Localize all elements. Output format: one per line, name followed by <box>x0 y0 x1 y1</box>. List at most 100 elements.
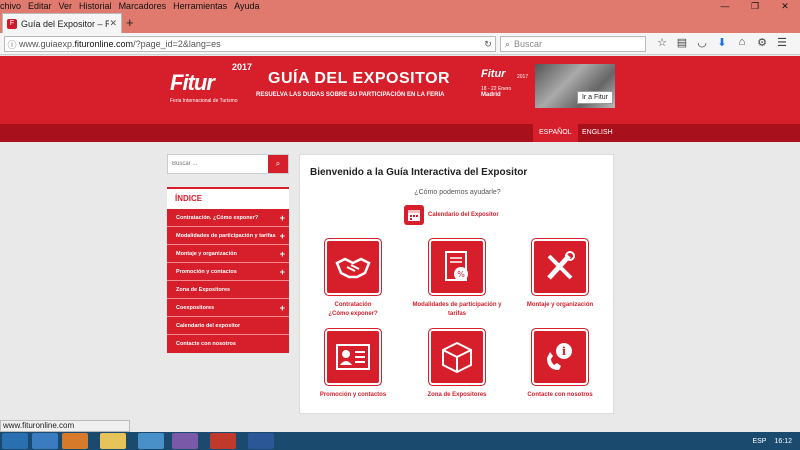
phone-info-icon: i <box>534 331 586 383</box>
sidebar-search: ⌕ <box>167 154 289 174</box>
sidebar-item-zona[interactable]: Zona de Expositores <box>167 281 289 299</box>
new-tab-icon[interactable]: + <box>126 15 134 30</box>
site-header: Fitur 2017 Feria Internacional de Turism… <box>0 56 800 124</box>
document-percent-icon: % <box>431 241 483 293</box>
pocket-icon[interactable]: ◡ <box>692 36 712 49</box>
fitur-banner[interactable]: Fitur 2017 18 - 22 Enero Madrid Ir a Fit… <box>475 64 615 108</box>
sidebar-item-promocion[interactable]: Promoción y contactos + <box>167 263 289 281</box>
logo-year: 2017 <box>232 62 253 72</box>
tile-zona[interactable]: Zona de Expositores <box>407 331 507 400</box>
calendar-link[interactable]: Calendario del Expositor <box>404 205 499 225</box>
tile-label: Contacte con nosotros <box>527 392 593 398</box>
fitur-favicon-icon: F <box>7 18 17 29</box>
handshake-icon <box>327 241 379 293</box>
tile-contratacion[interactable]: Contratación ¿Cómo exponer? <box>303 241 403 319</box>
sidebar-item-contratacion[interactable]: Contratación. ¿Cómo exponer? + <box>167 209 289 227</box>
browser-search-input[interactable]: ⌕ Buscar <box>500 36 646 52</box>
menu-herramientas[interactable]: Herramientas <box>173 1 227 11</box>
menu-ayuda[interactable]: Ayuda <box>234 1 259 11</box>
taskbar-app-word[interactable] <box>248 433 274 449</box>
tray-language[interactable]: ESP <box>752 438 766 445</box>
sidebar-item-modalidades[interactable]: Modalidades de participación y tarifas + <box>167 227 289 245</box>
banner-city: Madrid <box>481 92 501 98</box>
search-button[interactable]: ⌕ <box>268 155 288 173</box>
tray-clock[interactable]: 16:12 <box>774 438 792 445</box>
taskbar-app-2[interactable] <box>172 433 198 449</box>
lang-espanol[interactable]: ESPAÑOL <box>533 124 578 142</box>
taskbar-app-ie[interactable] <box>32 433 58 449</box>
sidebar-item-coexpositores[interactable]: Coexpositores + <box>167 299 289 317</box>
page-content: Fitur 2017 Feria Internacional de Turism… <box>0 56 800 420</box>
site-title: GUÍA DEL EXPOSITOR <box>268 70 451 87</box>
taskbar: ESP 16:12 <box>0 432 800 450</box>
menu-marcadores[interactable]: Marcadores <box>119 1 167 11</box>
fitur-logo[interactable]: Fitur 2017 Feria Internacional de Turism… <box>170 62 252 104</box>
system-tray: ESP 16:12 <box>752 432 800 450</box>
tile-label: Zona de Expositores <box>427 392 487 398</box>
url-bar[interactable]: ⓘ www.guiaexp.fituronline.com/?page_id=2… <box>4 36 496 52</box>
ir-a-fitur-button[interactable]: Ir a Fitur <box>576 91 613 104</box>
tile-label: tarifas <box>447 311 466 317</box>
sidebar: ⌕ ÍNDICE Contratación. ¿Cómo exponer?+ M… <box>167 154 289 353</box>
search-icon: ⌕ <box>505 38 511 49</box>
toolbar-icons: ☆ ▤ ◡ ⬇ ⌂ ⚙ ☰ <box>652 36 792 49</box>
tile-label: ¿Cómo exponer? <box>328 311 378 317</box>
page-title: Bienvenido a la Guía Interactiva del Exp… <box>310 167 528 178</box>
plus-icon[interactable]: + <box>280 245 285 263</box>
menu-historial[interactable]: Historial <box>79 1 112 11</box>
svg-text:%: % <box>457 270 465 279</box>
menu-ver[interactable]: Ver <box>59 1 73 11</box>
tools-icon <box>534 241 586 293</box>
maximize-icon[interactable]: ❐ <box>740 0 770 12</box>
main-panel: Bienvenido a la Guía Interactiva del Exp… <box>299 154 614 414</box>
reload-icon[interactable]: ↻ <box>481 39 495 50</box>
language-bar: ESPAÑOL ENGLISH <box>0 124 800 142</box>
tile-contacte[interactable]: i Contacte con nosotros <box>510 331 610 400</box>
calendar-icon <box>404 205 424 225</box>
plus-icon[interactable]: + <box>280 263 285 281</box>
close-window-icon[interactable]: ✕ <box>770 0 800 12</box>
help-question: ¿Cómo podemos ayudarle? <box>414 189 501 196</box>
banner-year: 2017 <box>517 74 529 80</box>
info-icon[interactable]: ⓘ <box>5 38 19 51</box>
taskbar-app-explorer[interactable] <box>100 433 126 449</box>
minimize-icon[interactable]: — <box>710 0 740 12</box>
taskbar-app-1[interactable] <box>138 433 164 449</box>
browser-tab[interactable]: F Guía del Expositor – Resue... ✕ <box>2 13 122 33</box>
sidebar-item-calendario[interactable]: Calendario del expositor <box>167 317 289 335</box>
tile-label: Modalidades de participación y <box>412 302 502 308</box>
id-card-icon <box>327 331 379 383</box>
plus-icon[interactable]: + <box>280 299 285 317</box>
status-bar: www.fituronline.com <box>0 420 130 432</box>
tile-promocion[interactable]: Promoción y contactos <box>303 331 403 400</box>
start-button[interactable] <box>2 433 28 449</box>
tile-label: Contratación <box>334 302 372 308</box>
url-text: www.guiaexp.fituronline.com/?page_id=2&l… <box>19 39 221 49</box>
taskbar-app-3[interactable] <box>210 433 236 449</box>
menu-bar: chivo Editar Ver Historial Marcadores He… <box>0 0 800 12</box>
plus-icon[interactable]: + <box>280 209 285 227</box>
cube-icon <box>431 331 483 383</box>
menu-editar[interactable]: Editar <box>28 1 52 11</box>
reading-list-icon[interactable]: ▤ <box>672 36 692 49</box>
index-title: ÍNDICE <box>167 187 289 209</box>
menu-archivo[interactable]: chivo <box>0 1 21 11</box>
plus-icon[interactable]: + <box>280 227 285 245</box>
logo-text: Fitur <box>170 70 215 95</box>
menu-icon[interactable]: ☰ <box>772 36 792 49</box>
sidebar-item-contacte[interactable]: Contacte con nosotros <box>167 335 289 353</box>
close-tab-icon[interactable]: ✕ <box>109 18 117 29</box>
home-icon[interactable]: ⌂ <box>732 36 752 49</box>
bookmark-star-icon[interactable]: ☆ <box>652 36 672 49</box>
nav-bar: ⓘ www.guiaexp.fituronline.com/?page_id=2… <box>0 33 800 55</box>
search-icon: ⌕ <box>275 159 281 168</box>
tile-montaje[interactable]: Montaje y organización <box>510 241 610 310</box>
tile-label: Montaje y organización <box>526 302 594 308</box>
sidebar-search-input[interactable] <box>168 155 268 173</box>
lang-english[interactable]: ENGLISH <box>576 124 619 142</box>
tile-modalidades[interactable]: % Modalidades de participación y tarifas <box>407 241 507 319</box>
taskbar-app-firefox[interactable] <box>62 433 88 449</box>
extension-icon[interactable]: ⚙ <box>752 36 772 49</box>
sidebar-item-montaje[interactable]: Montaje y organización + <box>167 245 289 263</box>
download-icon[interactable]: ⬇ <box>712 36 732 49</box>
